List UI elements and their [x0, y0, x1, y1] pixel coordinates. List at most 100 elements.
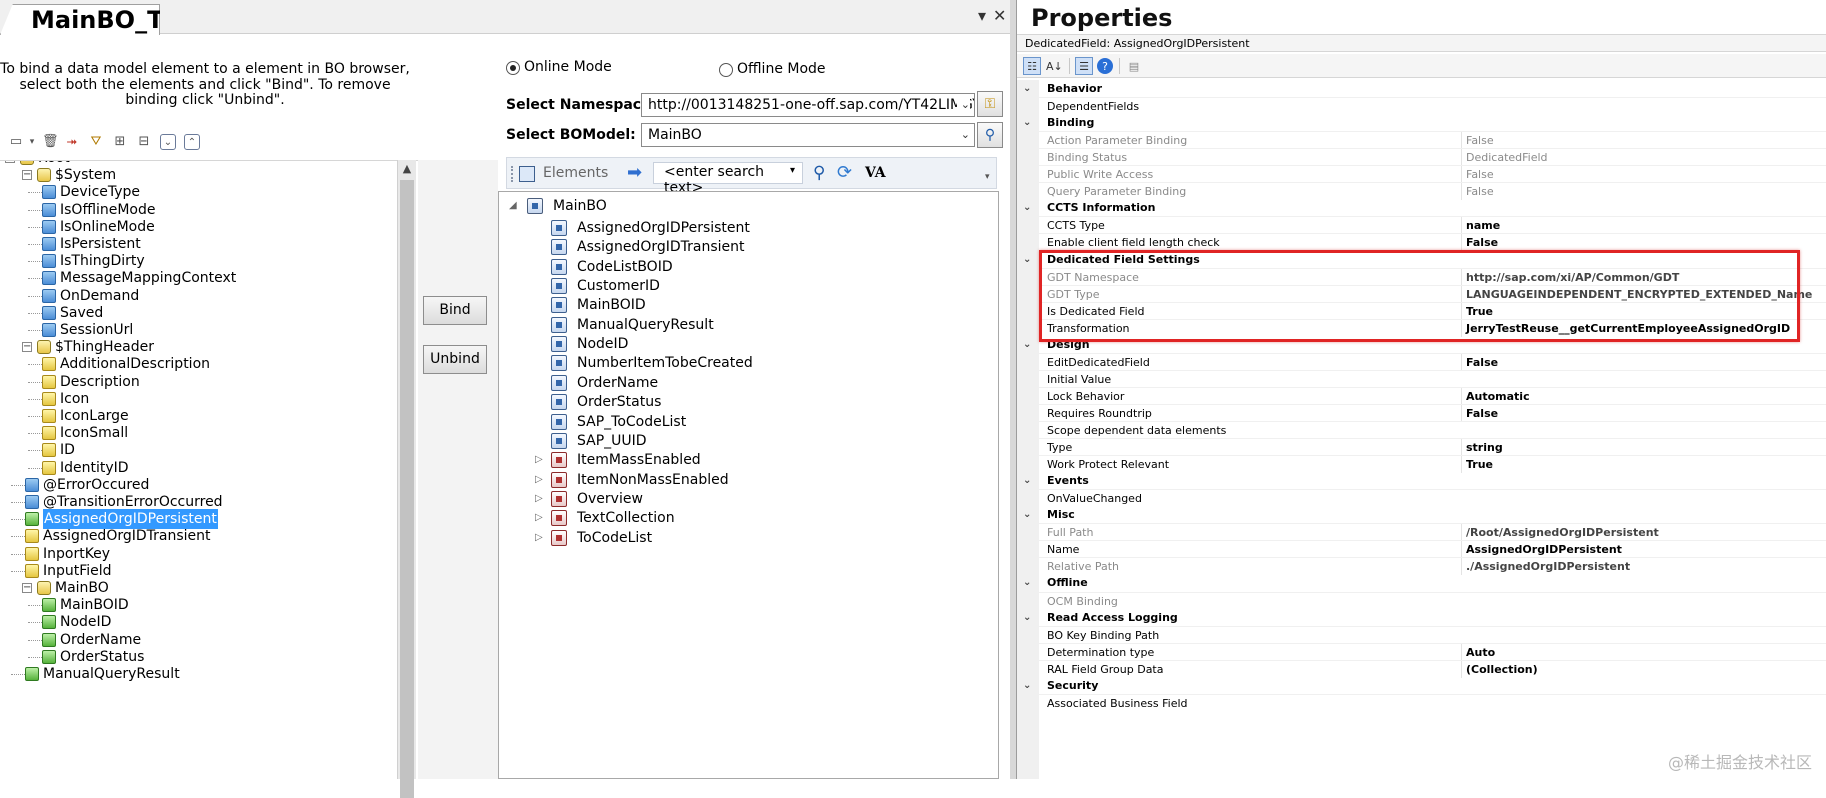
property-row[interactable]: Public Write Access False	[1017, 165, 1826, 184]
property-value[interactable]: Automatic	[1461, 387, 1530, 405]
collapse-icon[interactable]: ⌄	[1023, 80, 1035, 97]
collapse-icon[interactable]: −	[22, 342, 32, 353]
tab-mainbo-ti[interactable]: MainBO_TI	[0, 4, 160, 35]
help-icon[interactable]: ?	[1097, 58, 1113, 74]
property-value[interactable]: False	[1461, 183, 1494, 201]
va-button[interactable]: VA	[865, 165, 886, 181]
property-row[interactable]: DependentFields	[1017, 97, 1826, 114]
scrollbar-thumb[interactable]	[400, 180, 414, 798]
property-value[interactable]: False	[1461, 353, 1498, 371]
collapse-icon[interactable]: −	[5, 161, 15, 163]
property-value[interactable]: True	[1461, 456, 1493, 474]
collapse-icon[interactable]: ⌄	[1023, 336, 1035, 353]
chevron-down-icon[interactable]: ▾	[790, 165, 795, 176]
namespace-browse-icon[interactable]: ⚿	[977, 91, 1003, 117]
property-row[interactable]: Query Parameter Binding False	[1017, 182, 1826, 201]
property-category[interactable]: ⌄ Misc	[1017, 506, 1826, 523]
element-search-input[interactable]: <enter search text> ▾	[653, 162, 803, 196]
categorized-icon[interactable]: ☷	[1023, 57, 1041, 75]
search-icon[interactable]: ⚲	[813, 163, 825, 183]
property-value[interactable]: name	[1461, 217, 1500, 235]
bind-button[interactable]: Bind	[423, 296, 487, 325]
elements-icon[interactable]	[519, 166, 535, 182]
new-doc-icon[interactable]: ▭	[8, 134, 24, 150]
scroll-up-icon[interactable]: ▲	[400, 162, 414, 178]
bomodel-select[interactable]: MainBO ⌄	[641, 123, 975, 147]
collapse-all-icon[interactable]: ⌃	[184, 134, 200, 150]
property-row[interactable]: Work Protect Relevant True	[1017, 455, 1826, 474]
property-row[interactable]: RAL Field Group Data (Collection)	[1017, 659, 1826, 678]
collapse-icon[interactable]: ⌄	[1023, 251, 1035, 268]
property-value[interactable]: False	[1461, 234, 1498, 252]
tab-menu-icon[interactable]: ▾	[978, 6, 986, 25]
property-category[interactable]: ⌄ Behavior	[1017, 80, 1826, 97]
collapse-icon[interactable]: ⌄	[1023, 472, 1035, 489]
property-value[interactable]: string	[1461, 439, 1503, 457]
property-row[interactable]: EditDedicatedField False	[1017, 352, 1826, 371]
property-row[interactable]: Enable client field length check False	[1017, 233, 1826, 252]
alphabetical-icon[interactable]: A↓	[1045, 57, 1063, 75]
unbind-button[interactable]: Unbind	[423, 345, 487, 374]
property-category[interactable]: ⌄ CCTS Information	[1017, 199, 1826, 216]
org-tree-icon[interactable]: ⊟	[136, 134, 152, 150]
properties-icon[interactable]: ☰	[1075, 57, 1093, 75]
overflow-icon[interactable]: ▾	[985, 172, 990, 182]
property-value[interactable]: AssignedOrgIDPersistent	[1461, 541, 1622, 559]
property-category[interactable]: ⌄ Security	[1017, 677, 1826, 694]
property-row[interactable]: Lock Behavior Automatic	[1017, 386, 1826, 405]
navigate-arrow-icon[interactable]: ➡	[627, 162, 642, 183]
property-row[interactable]: Full Path/Root/AssignedOrgIDPersistent	[1017, 523, 1826, 542]
property-value[interactable]: (Collection)	[1461, 660, 1538, 678]
property-row[interactable]: Scope dependent data elements	[1017, 421, 1826, 438]
online-mode-radio[interactable]	[506, 61, 520, 75]
property-value[interactable]: False	[1461, 404, 1498, 422]
bind-all-icon[interactable]: ⯮	[64, 134, 80, 150]
property-row[interactable]: Type string	[1017, 438, 1826, 457]
property-category[interactable]: ⌄ Read Access Logging	[1017, 609, 1826, 626]
property-row[interactable]: Relative Path ./AssignedOrgIDPersistent	[1017, 557, 1826, 576]
property-row[interactable]: OCM Binding	[1017, 591, 1826, 609]
property-row[interactable]: BO Key Binding Path	[1017, 625, 1826, 643]
tree-item[interactable]: ManualQueryResult	[0, 664, 396, 684]
chevron-down-icon[interactable]: ▾	[24, 134, 40, 150]
property-pages-icon[interactable]: ▤	[1125, 57, 1143, 75]
filter-icon[interactable]: ⛛	[88, 134, 104, 150]
offline-mode-radio[interactable]	[719, 63, 733, 77]
property-category[interactable]: ⌄ Offline	[1017, 574, 1826, 591]
collapse-icon[interactable]: −	[22, 583, 32, 593]
online-mode-label[interactable]: Online Mode	[524, 59, 612, 75]
property-value[interactable]: Auto	[1461, 643, 1495, 661]
collapse-icon[interactable]: ⌄	[1023, 114, 1035, 131]
property-row[interactable]: Action Parameter Binding False	[1017, 131, 1826, 150]
chevron-down-icon[interactable]: ⌄	[956, 94, 970, 116]
property-category[interactable]: ⌄ Binding	[1017, 114, 1826, 131]
property-row[interactable]: Associated Business Field	[1017, 693, 1826, 711]
property-row[interactable]: OnValueChanged	[1017, 489, 1826, 506]
refresh-icon[interactable]: ⟳	[837, 162, 852, 183]
hierarchy-icon[interactable]: ⊞	[112, 134, 128, 150]
collapse-icon[interactable]: ⌄	[1023, 506, 1035, 523]
property-value[interactable]: False	[1461, 132, 1494, 150]
property-row[interactable]: CCTS Type name	[1017, 216, 1826, 235]
collapse-icon[interactable]: ⌄	[1023, 677, 1035, 694]
collapse-icon[interactable]: ◢	[509, 195, 517, 217]
property-value[interactable]: ./AssignedOrgIDPersistent	[1461, 558, 1630, 576]
offline-mode-label[interactable]: Offline Mode	[737, 61, 826, 77]
elements-tab[interactable]: Elements	[543, 165, 608, 181]
property-row[interactable]: Determination type Auto	[1017, 642, 1826, 661]
property-row[interactable]: Requires Roundtrip False	[1017, 403, 1826, 422]
chevron-down-icon[interactable]: ⌄	[961, 124, 970, 146]
property-value[interactable]: DedicatedField	[1461, 149, 1548, 167]
expand-icon[interactable]: ▷	[535, 527, 543, 549]
property-category[interactable]: ⌄ Events	[1017, 472, 1826, 489]
property-row[interactable]: Initial Value	[1017, 369, 1826, 387]
property-value[interactable]: False	[1461, 166, 1494, 184]
collapse-icon[interactable]: ⌄	[1023, 609, 1035, 626]
search-icon[interactable]: ⚲	[977, 122, 1003, 148]
collapse-icon[interactable]: ⌄	[1023, 199, 1035, 216]
property-value[interactable]: /Root/AssignedOrgIDPersistent	[1461, 524, 1659, 542]
delete-icon[interactable]: 🗑	[42, 134, 59, 150]
expand-all-icon[interactable]: ⌄	[160, 134, 176, 150]
collapse-icon[interactable]: −	[22, 170, 32, 181]
tree-scrollbar[interactable]: ▲	[397, 160, 416, 798]
